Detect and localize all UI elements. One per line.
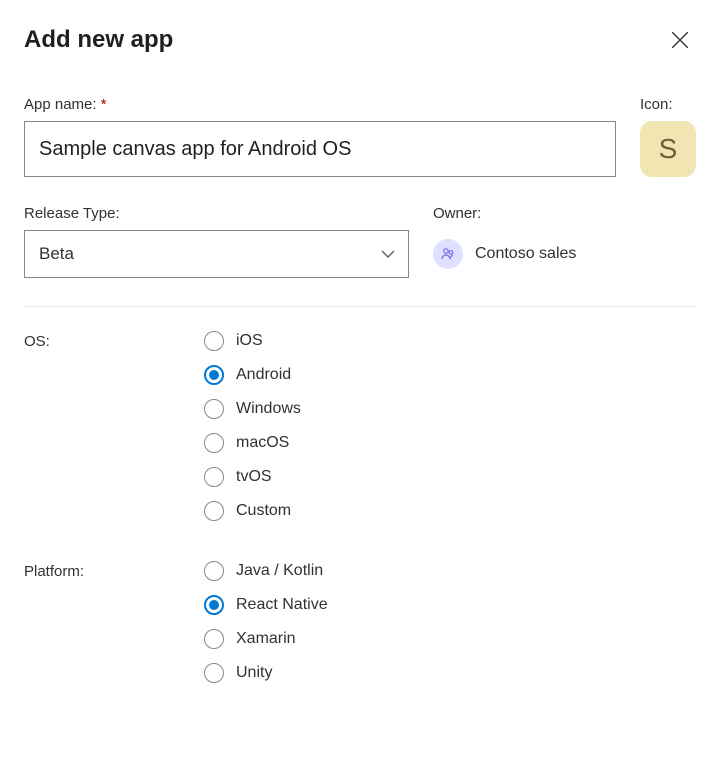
os-option-windows[interactable]: Windows <box>204 399 301 419</box>
radio-circle <box>204 501 224 521</box>
os-section-label: OS: <box>24 331 204 350</box>
radio-label: Android <box>236 366 291 384</box>
radio-label: tvOS <box>236 468 272 486</box>
os-radio-group: iOS Android Windows macOS tvOS Custom <box>204 331 301 521</box>
owner-avatar <box>433 239 463 269</box>
radio-circle <box>204 399 224 419</box>
os-option-tvos[interactable]: tvOS <box>204 467 301 487</box>
owner-picker[interactable]: Contoso sales <box>433 230 696 278</box>
radio-circle <box>204 433 224 453</box>
platform-option-react-native[interactable]: React Native <box>204 595 328 615</box>
close-button[interactable] <box>664 24 696 56</box>
required-indicator: * <box>101 96 107 113</box>
os-option-custom[interactable]: Custom <box>204 501 301 521</box>
radio-circle <box>204 561 224 581</box>
radio-circle <box>204 629 224 649</box>
radio-label: macOS <box>236 434 289 452</box>
release-type-value: Beta <box>39 244 74 264</box>
platform-section-label: Platform: <box>24 561 204 580</box>
radio-dot <box>209 370 219 380</box>
app-name-input[interactable] <box>24 121 616 177</box>
radio-label: Java / Kotlin <box>236 562 323 580</box>
app-icon-letter: S <box>659 133 678 165</box>
radio-circle <box>204 595 224 615</box>
radio-label: Xamarin <box>236 630 296 648</box>
radio-label: iOS <box>236 332 263 350</box>
radio-circle <box>204 467 224 487</box>
radio-label: Unity <box>236 664 272 682</box>
release-type-label: Release Type: <box>24 205 409 222</box>
owner-label: Owner: <box>433 205 696 222</box>
os-option-macos[interactable]: macOS <box>204 433 301 453</box>
people-icon <box>440 246 456 262</box>
radio-label: Custom <box>236 502 291 520</box>
divider <box>24 306 696 307</box>
dialog-title: Add new app <box>24 26 173 54</box>
os-option-ios[interactable]: iOS <box>204 331 301 351</box>
icon-label: Icon: <box>640 96 696 113</box>
platform-option-java-kotlin[interactable]: Java / Kotlin <box>204 561 328 581</box>
os-option-android[interactable]: Android <box>204 365 301 385</box>
radio-circle <box>204 331 224 351</box>
radio-label: Windows <box>236 400 301 418</box>
radio-circle <box>204 663 224 683</box>
platform-option-unity[interactable]: Unity <box>204 663 328 683</box>
close-icon <box>671 31 689 49</box>
platform-radio-group: Java / Kotlin React Native Xamarin Unity <box>204 561 328 683</box>
release-type-select[interactable]: Beta <box>24 230 409 278</box>
radio-label: React Native <box>236 596 328 614</box>
radio-dot <box>209 600 219 610</box>
app-name-label: App name: * <box>24 96 616 113</box>
app-icon-tile[interactable]: S <box>640 121 696 177</box>
radio-circle <box>204 365 224 385</box>
platform-option-xamarin[interactable]: Xamarin <box>204 629 328 649</box>
owner-name: Contoso sales <box>475 245 576 263</box>
